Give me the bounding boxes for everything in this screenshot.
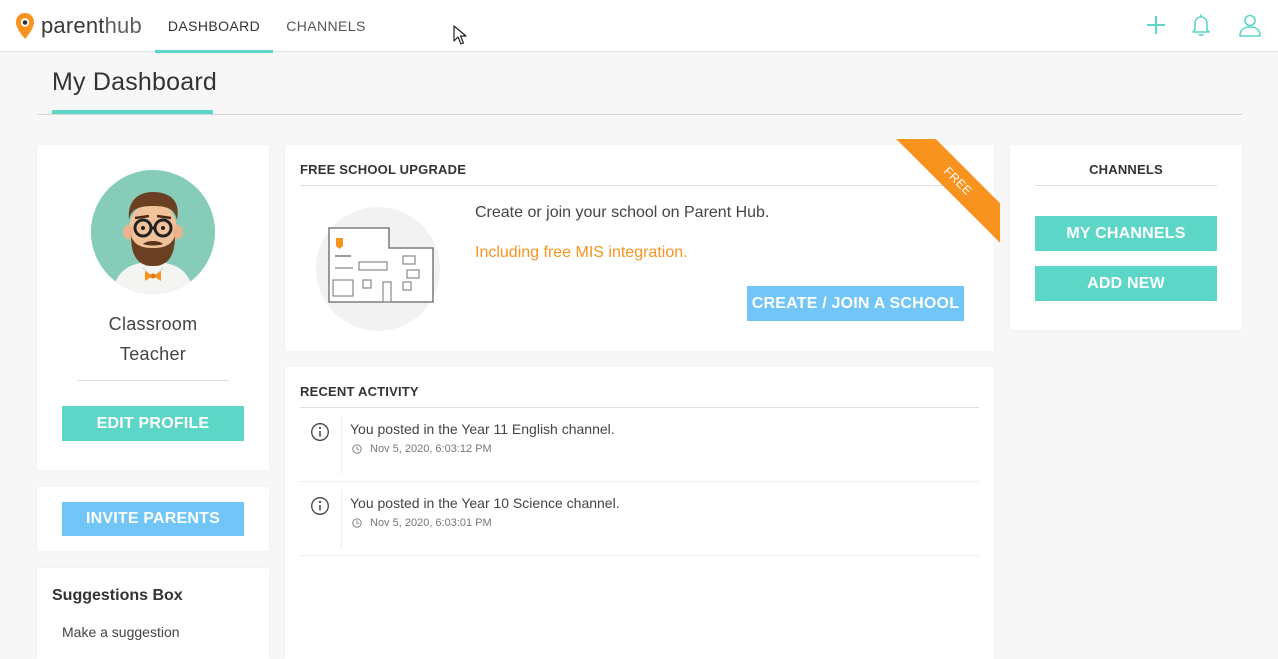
recent-activity-card: RECENT ACTIVITY You posted in the Year 1… (285, 367, 994, 659)
activity-item-divider (341, 490, 342, 548)
logo-word-parent: parent (41, 13, 105, 38)
profile-role-line1: Classroom (108, 314, 198, 334)
avatar (91, 170, 215, 294)
recent-activity-heading: RECENT ACTIVITY (300, 384, 419, 399)
invite-parents-button[interactable]: INVITE PARENTS (62, 502, 244, 536)
activity-item[interactable]: You posted in the Year 10 Science channe… (300, 482, 979, 556)
logo-word-hub: hub (104, 13, 142, 38)
my-channels-button[interactable]: MY CHANNELS (1035, 216, 1217, 251)
activity-text: You posted in the Year 11 English channe… (350, 421, 615, 437)
tab-dashboard[interactable]: DASHBOARD (155, 0, 273, 53)
activity-item-divider (341, 416, 342, 474)
edit-profile-button[interactable]: EDIT PROFILE (62, 406, 244, 441)
parenthub-logo[interactable]: parenthub (14, 12, 142, 40)
profile-card: Classroom Teacher EDIT PROFILE (37, 145, 269, 470)
make-suggestion-link[interactable]: Make a suggestion (62, 624, 180, 640)
teacher-avatar-illustration (91, 170, 215, 294)
page-header-divider (37, 114, 1242, 115)
upgrade-mis-note: Including free MIS integration. (475, 244, 688, 261)
free-ribbon: FREE (858, 139, 1000, 251)
channels-heading-divider (1035, 185, 1217, 186)
mouse-cursor-icon (453, 25, 467, 45)
activity-item[interactable]: You posted in the Year 11 English channe… (300, 408, 979, 482)
tab-channels[interactable]: CHANNELS (277, 0, 375, 52)
location-pin-icon (16, 13, 34, 39)
free-ribbon-label: FREE (884, 139, 1000, 251)
user-icon[interactable] (1236, 11, 1264, 39)
add-new-channel-button[interactable]: ADD NEW (1035, 266, 1217, 301)
info-icon (311, 423, 329, 441)
suggestions-card: Suggestions Box Make a suggestion (37, 568, 269, 659)
activity-text: You posted in the Year 10 Science channe… (350, 495, 620, 511)
plus-icon[interactable] (1142, 11, 1170, 39)
clock-icon (352, 444, 362, 454)
free-school-upgrade-card: FREE SCHOOL UPGRADE FREE Create or join … (285, 139, 1000, 351)
info-icon (311, 497, 329, 515)
logo-wordmark: parenthub (41, 13, 142, 39)
profile-divider (77, 380, 229, 381)
suggestions-heading: Suggestions Box (52, 587, 183, 604)
create-join-school-button[interactable]: CREATE / JOIN A SCHOOL (747, 286, 964, 321)
upgrade-description: Create or join your school on Parent Hub… (475, 204, 770, 221)
invite-parents-card: INVITE PARENTS (37, 487, 269, 551)
profile-role-line2: Teacher (119, 344, 187, 364)
channels-card: CHANNELS MY CHANNELS ADD NEW (1010, 145, 1242, 330)
bell-icon[interactable] (1187, 11, 1215, 39)
channels-heading: CHANNELS (1089, 162, 1163, 177)
activity-timestamp: Nov 5, 2020, 6:03:01 PM (370, 517, 492, 529)
upgrade-heading: FREE SCHOOL UPGRADE (300, 162, 467, 177)
page-title: My Dashboard (52, 68, 217, 96)
activity-timestamp: Nov 5, 2020, 6:03:12 PM (370, 443, 492, 455)
top-navigation-bar: parenthub DASHBOARD CHANNELS (0, 0, 1278, 53)
school-building-illustration (316, 207, 440, 331)
clock-icon (352, 518, 362, 528)
